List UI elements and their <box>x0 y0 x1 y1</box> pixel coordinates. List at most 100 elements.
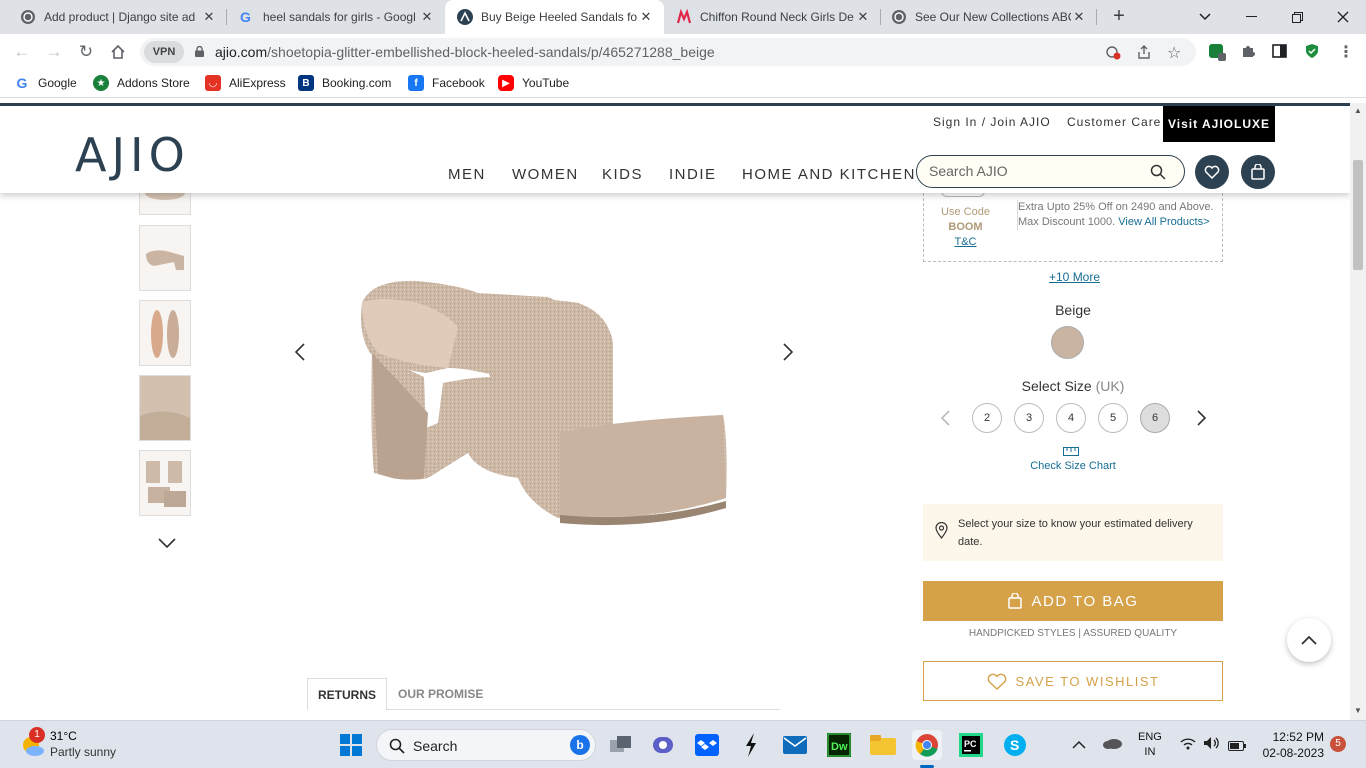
size-next-icon[interactable] <box>1197 410 1207 431</box>
notification-badge[interactable]: 5 <box>1330 736 1346 752</box>
bookmark-aliexpress[interactable]: ◡ AliExpress <box>205 75 286 91</box>
forward-icon[interactable]: → <box>43 42 65 62</box>
teams-icon[interactable] <box>648 730 678 760</box>
weather-icon[interactable]: 1 <box>18 727 48 760</box>
product-thumbnail[interactable] <box>139 375 191 441</box>
sidepanel-icon[interactable] <box>1272 44 1287 63</box>
menu-women[interactable]: WOMEN <box>512 166 579 183</box>
vpn-badge[interactable]: VPN <box>144 41 184 63</box>
size-option[interactable]: 5 <box>1098 403 1128 433</box>
tc-link[interactable]: T&C <box>924 235 1007 250</box>
wishlist-icon[interactable] <box>1195 155 1229 189</box>
tray-chevron-icon[interactable] <box>1072 736 1088 752</box>
browser-tab[interactable]: Chiffon Round Neck Girls De ✕ <box>664 0 881 34</box>
bookmark-booking[interactable]: B Booking.com <box>298 75 391 91</box>
weather-desc[interactable]: Partly sunny <box>50 745 116 759</box>
pycharm-icon[interactable]: PC <box>956 730 986 760</box>
product-thumbnail[interactable] <box>139 300 191 366</box>
close-tab-icon[interactable]: ✕ <box>419 9 435 25</box>
image-prev-icon[interactable] <box>294 343 305 367</box>
menu-home-kitchen[interactable]: HOME AND KITCHEN <box>742 166 916 183</box>
onedrive-icon[interactable] <box>1102 736 1122 754</box>
task-view-icon[interactable] <box>606 730 636 760</box>
file-explorer-icon[interactable] <box>868 730 898 760</box>
customer-care-link[interactable]: Customer Care <box>1067 115 1161 129</box>
puzzle-icon[interactable] <box>1240 43 1256 63</box>
back-icon[interactable]: ← <box>11 42 33 62</box>
search-icon[interactable] <box>1150 164 1166 180</box>
app-bolt-icon[interactable] <box>736 730 766 760</box>
restore-button[interactable] <box>1274 0 1320 34</box>
product-thumbnail[interactable] <box>139 450 191 516</box>
battery-icon[interactable] <box>1228 738 1246 756</box>
start-icon[interactable] <box>336 730 366 760</box>
scrollbar-thumb[interactable] <box>1353 160 1363 270</box>
home-icon[interactable] <box>107 42 129 62</box>
ajio-logo[interactable]: AJIO <box>75 128 190 182</box>
add-to-bag-button[interactable]: ADD TO BAG <box>923 581 1223 621</box>
tab-returns[interactable]: RETURNS <box>307 678 387 710</box>
minimize-button[interactable] <box>1228 0 1274 34</box>
browser-tab[interactable]: G heel sandals for girls - Googl ✕ <box>227 0 445 34</box>
close-tab-icon[interactable]: ✕ <box>855 9 871 25</box>
menu-icon[interactable]: ⋮ <box>1338 42 1354 62</box>
wifi-icon[interactable] <box>1180 737 1196 755</box>
tab-search-icon[interactable] <box>1182 0 1228 34</box>
menu-indie[interactable]: INDIE <box>669 166 717 183</box>
volume-icon[interactable] <box>1203 736 1221 755</box>
save-to-wishlist-button[interactable]: SAVE TO WISHLIST <box>923 661 1223 701</box>
ajioluxe-button[interactable]: Visit AJIOLUXE <box>1163 106 1275 142</box>
product-thumbnail[interactable] <box>139 225 191 291</box>
thumbnails-down-icon[interactable] <box>158 531 176 554</box>
close-tab-icon[interactable]: ✕ <box>638 9 654 25</box>
close-tab-icon[interactable]: ✕ <box>201 9 217 25</box>
mail-icon[interactable] <box>780 730 810 760</box>
shield-icon[interactable] <box>1304 43 1320 64</box>
lock-icon[interactable] <box>195 46 204 57</box>
browser-tab-active[interactable]: Buy Beige Heeled Sandals for ✕ <box>445 0 664 34</box>
browser-tab[interactable]: See Our New Collections ABC ✕ <box>881 0 1097 34</box>
view-products-link[interactable]: View All Products> <box>1118 216 1209 228</box>
bookmark-facebook[interactable]: f Facebook <box>408 75 485 91</box>
size-option[interactable]: 4 <box>1056 403 1086 433</box>
page-scrollbar[interactable]: ▲ ▼ <box>1350 103 1366 720</box>
bookmark-youtube[interactable]: ▶ YouTube <box>498 75 569 91</box>
omnibox[interactable]: VPN ajio.com/shoetopia-glitter-embellish… <box>140 38 1196 66</box>
globe-icon <box>20 9 36 25</box>
skype-icon[interactable]: S <box>1000 730 1030 760</box>
size-prev-icon[interactable] <box>940 410 950 431</box>
size-option[interactable]: 3 <box>1014 403 1044 433</box>
dreamweaver-icon[interactable]: Dw <box>824 730 854 760</box>
weather-temp[interactable]: 31°C <box>50 729 77 743</box>
sign-in-link[interactable]: Sign In / Join AJIO <box>933 115 1051 129</box>
star-icon[interactable]: ☆ <box>1167 43 1181 63</box>
size-chart-link[interactable]: Check Size Chart <box>923 460 1223 472</box>
browser-tab[interactable]: Add product | Django site ad ✕ <box>0 0 227 34</box>
close-window-button[interactable] <box>1320 0 1366 34</box>
clock[interactable]: 12:52 PM 02-08-2023 <box>1254 729 1324 761</box>
extension-icon[interactable] <box>1208 43 1226 66</box>
taskbar-search[interactable]: Search b <box>376 729 596 761</box>
dropbox-icon[interactable] <box>692 730 722 760</box>
bookmark-addons-store[interactable]: ★ Addons Store <box>93 75 190 91</box>
chrome-icon[interactable] <box>912 730 942 760</box>
color-swatch[interactable] <box>1051 326 1084 359</box>
size-option-selected[interactable]: 6 <box>1140 403 1170 433</box>
blocked-popup-icon[interactable] <box>1106 44 1122 65</box>
tab-our-promise[interactable]: OUR PROMISE <box>398 678 508 710</box>
bag-icon[interactable] <box>1241 155 1275 189</box>
menu-men[interactable]: MEN <box>448 166 486 183</box>
close-tab-icon[interactable]: ✕ <box>1071 9 1087 25</box>
bookmark-google[interactable]: G Google <box>14 75 77 91</box>
new-tab-button[interactable]: + <box>1108 6 1130 28</box>
url-text[interactable]: ajio.com/shoetopia-glitter-embellished-b… <box>215 44 715 60</box>
reload-icon[interactable]: ↻ <box>75 42 97 62</box>
more-offers-link[interactable]: +10 More <box>1049 270 1100 284</box>
share-icon[interactable] <box>1136 44 1152 65</box>
menu-kids[interactable]: KIDS <box>602 166 643 183</box>
size-option[interactable]: 2 <box>972 403 1002 433</box>
language-indicator[interactable]: ENG IN <box>1138 730 1162 760</box>
back-to-top-button[interactable] <box>1287 618 1331 662</box>
search-input[interactable] <box>929 163 1149 179</box>
image-next-icon[interactable] <box>783 343 794 367</box>
